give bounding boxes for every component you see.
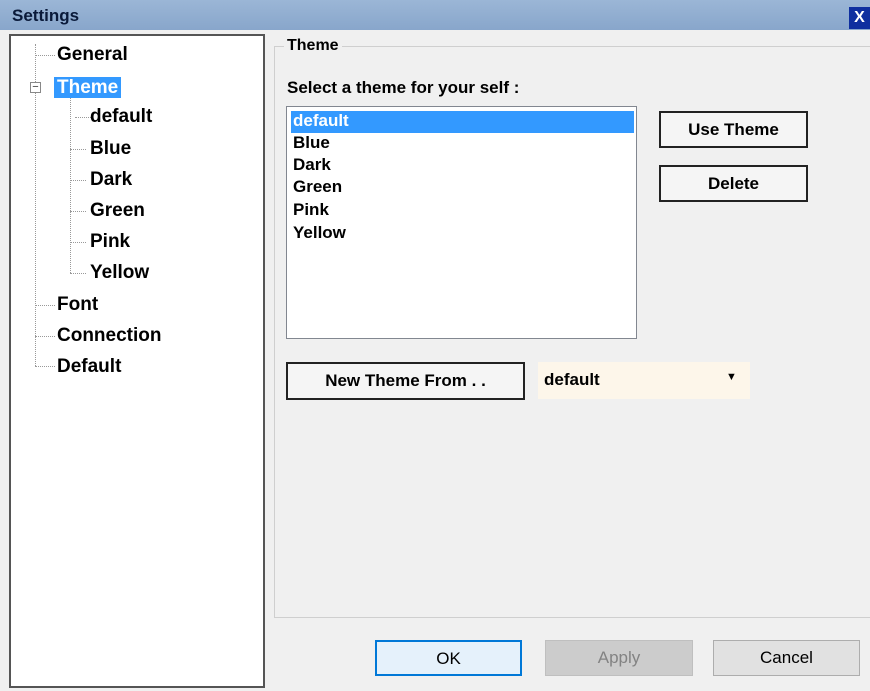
tree-item-general[interactable]: General bbox=[57, 43, 128, 67]
tree-item-default-settings[interactable]: Default bbox=[57, 355, 121, 379]
tree-item-pink[interactable]: Pink bbox=[90, 230, 130, 254]
tree-connector bbox=[35, 55, 55, 56]
tree-item-label: Font bbox=[57, 294, 99, 315]
tree-connector bbox=[35, 366, 55, 367]
new-theme-from-button[interactable]: New Theme From . . bbox=[286, 362, 525, 400]
tree-item-dark[interactable]: Dark bbox=[90, 168, 132, 192]
title-bar[interactable]: Settings X bbox=[0, 0, 870, 30]
use-theme-button[interactable]: Use Theme bbox=[659, 111, 808, 148]
theme-listbox[interactable]: default Blue Dark Green Pink Yellow bbox=[286, 106, 637, 339]
close-button[interactable]: X bbox=[849, 7, 870, 29]
tree-item-connection[interactable]: Connection bbox=[57, 324, 162, 348]
tree-item-yellow[interactable]: Yellow bbox=[90, 261, 149, 285]
tree-connector bbox=[70, 273, 86, 274]
collapse-icon[interactable]: − bbox=[30, 82, 41, 93]
tree-connector bbox=[35, 305, 55, 306]
tree-connector bbox=[70, 211, 86, 212]
tree-item-label: Blue bbox=[90, 138, 132, 159]
theme-list-item-yellow[interactable]: Yellow bbox=[291, 223, 634, 245]
tree-item-default[interactable]: default bbox=[90, 105, 152, 129]
tree-item-label: Theme bbox=[54, 77, 122, 98]
apply-button[interactable]: Apply bbox=[545, 640, 693, 676]
tree-item-blue[interactable]: Blue bbox=[90, 137, 131, 161]
theme-list-item-blue[interactable]: Blue bbox=[291, 133, 634, 155]
tree-item-label: General bbox=[57, 44, 128, 65]
tree-connector bbox=[70, 180, 86, 181]
base-theme-value: default bbox=[544, 370, 600, 389]
chevron-down-icon[interactable]: ▼ bbox=[726, 371, 737, 383]
tree-item-label: Yellow bbox=[90, 262, 150, 283]
tree-connector bbox=[35, 336, 55, 337]
tree-item-theme[interactable]: Theme bbox=[54, 76, 122, 100]
tree-item-label: Green bbox=[90, 200, 145, 221]
select-theme-label: Select a theme for your self : bbox=[287, 78, 520, 97]
cancel-button[interactable]: Cancel bbox=[713, 640, 860, 676]
theme-list-item-default[interactable]: default bbox=[291, 111, 634, 133]
delete-theme-button[interactable]: Delete bbox=[659, 165, 808, 202]
theme-list-item-pink[interactable]: Pink bbox=[291, 200, 634, 222]
ok-button[interactable]: OK bbox=[375, 640, 522, 676]
tree-item-label: Connection bbox=[57, 325, 162, 346]
base-theme-dropdown[interactable]: default ▼ bbox=[538, 362, 750, 399]
tree-item-label: default bbox=[90, 106, 153, 127]
tree-item-font[interactable]: Font bbox=[57, 293, 98, 317]
theme-group-title: Theme bbox=[284, 37, 342, 55]
tree-item-label: Dark bbox=[90, 169, 133, 190]
tree-connector bbox=[70, 149, 86, 150]
tree-connector bbox=[70, 242, 86, 243]
settings-tree: − General Theme default Blue Dark Green … bbox=[9, 34, 265, 688]
tree-item-label: Default bbox=[57, 356, 122, 377]
tree-item-green[interactable]: Green bbox=[90, 199, 145, 223]
tree-child-line bbox=[70, 96, 71, 273]
tree-item-label: Pink bbox=[90, 231, 131, 252]
window-title: Settings bbox=[12, 6, 80, 25]
settings-window: Settings X − General Theme default Blue bbox=[0, 0, 870, 691]
theme-list-item-green[interactable]: Green bbox=[291, 177, 634, 199]
tree-connector bbox=[75, 117, 91, 118]
theme-list-item-dark[interactable]: Dark bbox=[291, 155, 634, 177]
